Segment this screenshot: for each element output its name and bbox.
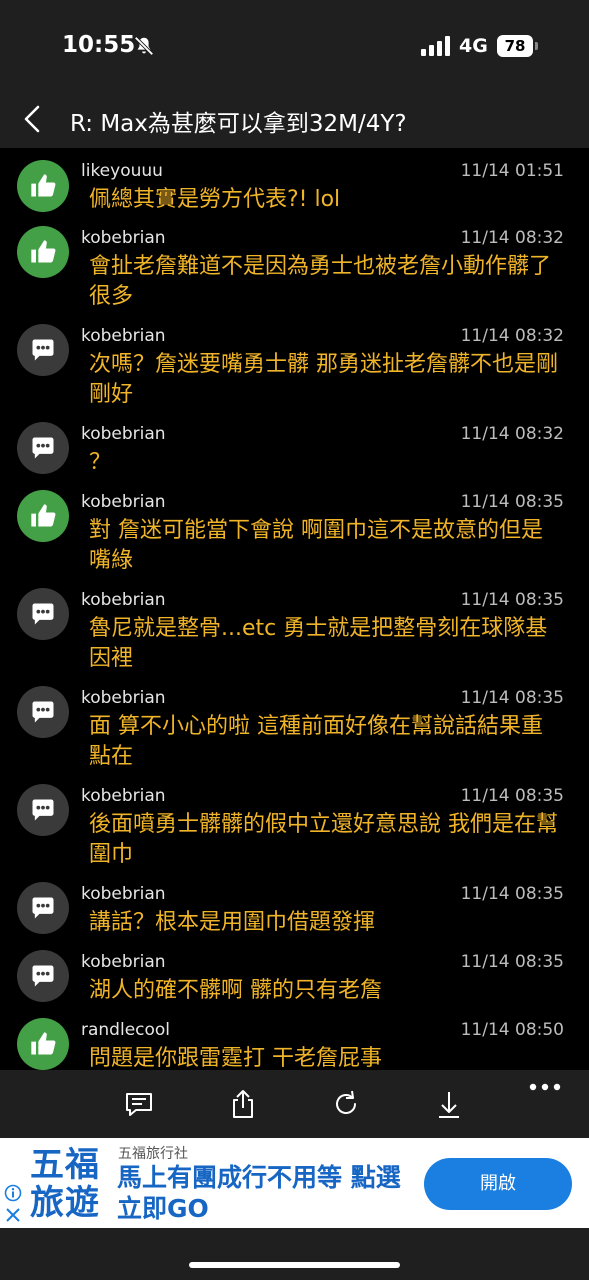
ad-logo: 五福 旅遊 xyxy=(30,1146,102,1222)
comment-text: 魯尼就是整骨...etc 勇士就是把整骨刻在球隊基因裡 xyxy=(89,616,548,671)
comment-time: 11/14 08:35 xyxy=(460,492,564,512)
comment-author: kobebrian xyxy=(81,424,166,444)
signal-icon xyxy=(421,36,450,56)
comment-author: kobebrian xyxy=(81,884,166,904)
comment-author: kobebrian xyxy=(81,492,166,512)
comment-author: kobebrian xyxy=(81,688,166,708)
ad-open-button[interactable]: 開啟 xyxy=(424,1158,572,1210)
comment-item: kobebrian 11/14 08:35 對 詹迷可能當下會說 啊圍巾這不是故… xyxy=(0,490,589,588)
comment-item: kobebrian 11/14 08:35 講話？根本是用圍巾借題發揮 xyxy=(0,882,589,950)
comment-item: kobebrian 11/14 08:32 ？ xyxy=(0,422,589,490)
comment-text: 問題是你跟雷霆打 干老詹屁事 xyxy=(89,1046,382,1070)
ad-headline: 馬上有團成行不用等 點選立即GO xyxy=(117,1163,401,1223)
comment-text: 佩總其實是勞方代表?! lol xyxy=(89,187,341,212)
comment-item: kobebrian 11/14 08:32 會扯老詹難道不是因為勇士也被老詹小動… xyxy=(0,226,589,324)
comment-time: 11/14 08:35 xyxy=(460,786,564,806)
ad-logo-line2: 旅遊 xyxy=(30,1183,100,1223)
info-icon[interactable] xyxy=(4,1184,22,1202)
comment-text: 對 詹迷可能當下會說 啊圍巾這不是故意的但是嘴綠 xyxy=(89,518,543,573)
ad-sponsor: 五福旅行社 xyxy=(118,1146,188,1162)
comment-author: kobebrian xyxy=(81,786,166,806)
comment-author: likeyouuu xyxy=(81,161,163,181)
thumbs-up-icon xyxy=(17,226,69,278)
ad-banner[interactable]: 五福 旅遊 五福旅行社 馬上有團成行不用等 點選立即GO 開啟 xyxy=(0,1138,589,1228)
comment-item: kobebrian 11/14 08:35 後面噴勇士髒髒的假中立還好意思說 我… xyxy=(0,784,589,882)
comment-author: kobebrian xyxy=(81,326,166,346)
comment-item: likeyouuu 11/14 01:51 佩總其實是勞方代表?! lol xyxy=(0,148,589,226)
speech-bubble-icon xyxy=(17,950,69,1002)
speech-bubble-icon xyxy=(17,784,69,836)
comment-item: kobebrian 11/14 08:35 面 算不小心的啦 這種前面好像在幫說… xyxy=(0,686,589,784)
home-area xyxy=(0,1228,589,1280)
comment-item: randlecool 11/14 08:50 問題是你跟雷霆打 干老詹屁事 xyxy=(0,1018,589,1070)
comment-icon[interactable] xyxy=(123,1088,155,1120)
speech-bubble-icon xyxy=(17,324,69,376)
comment-time: 11/14 01:51 xyxy=(460,161,564,181)
battery-icon: 78 xyxy=(497,35,533,57)
comment-list[interactable]: likeyouuu 11/14 01:51 佩總其實是勞方代表?! lol ko… xyxy=(0,148,589,1070)
comment-text: 會扯老詹難道不是因為勇士也被老詹小動作髒了很多 xyxy=(89,254,552,309)
close-icon[interactable] xyxy=(5,1207,21,1223)
comment-time: 11/14 08:35 xyxy=(460,952,564,972)
comment-text: 次嗎？詹迷要嘴勇士髒 那勇迷扯老詹髒不也是剛剛好 xyxy=(89,352,558,407)
more-icon[interactable] xyxy=(528,1080,562,1094)
page-title: R: Max為甚麼可以拿到32M/4Y? xyxy=(70,111,407,137)
comment-author: kobebrian xyxy=(81,590,166,610)
comment-time: 11/14 08:35 xyxy=(460,688,564,708)
comment-text: 後面噴勇士髒髒的假中立還好意思說 我們是在幫圍巾 xyxy=(89,812,558,867)
comment-item: kobebrian 11/14 08:35 魯尼就是整骨...etc 勇士就是把… xyxy=(0,588,589,686)
share-icon[interactable] xyxy=(227,1088,259,1120)
comment-text: ？ xyxy=(89,450,112,475)
home-indicator[interactable] xyxy=(189,1262,400,1268)
network-label: 4G xyxy=(459,35,488,57)
thumbs-up-icon xyxy=(17,1018,69,1070)
comment-text: 講話？根本是用圍巾借題發揮 xyxy=(89,910,376,935)
back-icon[interactable] xyxy=(20,104,44,134)
comment-time: 11/14 08:35 xyxy=(460,884,564,904)
battery-tip xyxy=(535,42,538,50)
comment-text: 湖人的確不髒啊 髒的只有老詹 xyxy=(89,978,382,1003)
comment-item: kobebrian 11/14 08:32 次嗎？詹迷要嘴勇士髒 那勇迷扯老詹髒… xyxy=(0,324,589,422)
status-bar: 10:55 4G 78 xyxy=(0,0,589,90)
comment-author: kobebrian xyxy=(81,952,166,972)
comment-time: 11/14 08:35 xyxy=(460,590,564,610)
comment-author: kobebrian xyxy=(81,228,166,248)
comment-time: 11/14 08:50 xyxy=(460,1020,564,1040)
comment-item: kobebrian 11/14 08:35 湖人的確不髒啊 髒的只有老詹 xyxy=(0,950,589,1018)
bell-muted-icon xyxy=(134,36,154,56)
bottom-toolbar xyxy=(0,1070,589,1138)
speech-bubble-icon xyxy=(17,882,69,934)
thumbs-up-icon xyxy=(17,160,69,212)
refresh-icon[interactable] xyxy=(330,1088,362,1120)
status-time: 10:55 xyxy=(62,32,136,58)
speech-bubble-icon xyxy=(17,588,69,640)
download-icon[interactable] xyxy=(433,1088,465,1120)
comment-text: 面 算不小心的啦 這種前面好像在幫說話結果重點在 xyxy=(89,714,543,769)
comment-time: 11/14 08:32 xyxy=(460,326,564,346)
comment-time: 11/14 08:32 xyxy=(460,228,564,248)
ad-logo-line1: 五福 xyxy=(30,1145,100,1185)
speech-bubble-icon xyxy=(17,422,69,474)
thumbs-up-icon xyxy=(17,490,69,542)
speech-bubble-icon xyxy=(17,686,69,738)
comment-author: randlecool xyxy=(81,1020,171,1040)
nav-header: R: Max為甚麼可以拿到32M/4Y? xyxy=(0,90,589,148)
comment-time: 11/14 08:32 xyxy=(460,424,564,444)
